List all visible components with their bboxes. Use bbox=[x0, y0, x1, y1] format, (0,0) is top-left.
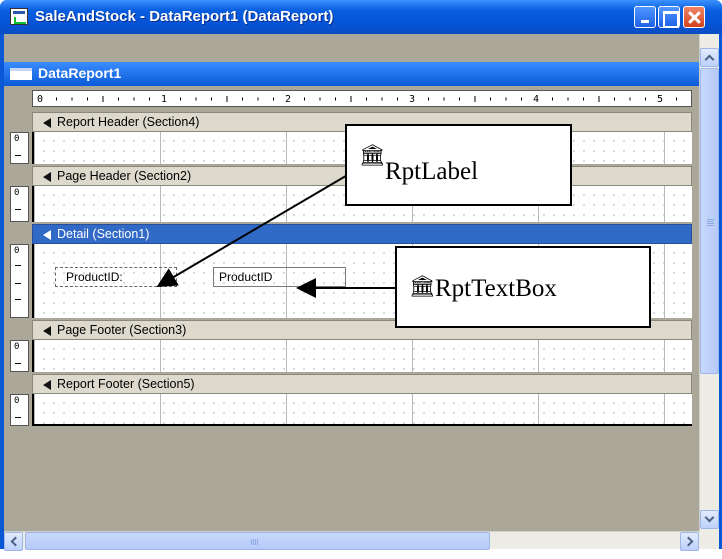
resize-grip[interactable] bbox=[700, 531, 719, 549]
rpt-textbox-productid[interactable]: ProductID bbox=[213, 267, 346, 287]
scroll-right-button[interactable] bbox=[680, 532, 699, 551]
rpttextbox-callout: 🏛 RptTextBox bbox=[395, 246, 651, 328]
vertical-ruler: 0 bbox=[10, 132, 29, 164]
section-label: Report Footer (Section5) bbox=[57, 377, 195, 391]
ruler-label-3: 3 bbox=[409, 94, 415, 105]
vruler-zero-label: 0 bbox=[14, 246, 20, 256]
minimize-button[interactable] bbox=[634, 6, 656, 28]
vruler-tick bbox=[15, 265, 21, 266]
ruler-ticks: 0 1 2 3 4 5 bbox=[37, 94, 677, 105]
title-bar[interactable]: SaleAndStock - DataReport1 (DataReport) bbox=[0, 0, 722, 34]
vruler-tick bbox=[15, 299, 21, 300]
section-label: Page Footer (Section3) bbox=[57, 323, 187, 337]
close-button[interactable] bbox=[683, 6, 705, 28]
section-bar-detail[interactable]: Detail (Section1) bbox=[32, 224, 692, 244]
document-title-bar[interactable]: DataReport1 bbox=[4, 62, 700, 86]
grip-icon bbox=[707, 219, 714, 220]
vruler-tick bbox=[15, 155, 21, 156]
ruler-label-1: 1 bbox=[161, 94, 167, 105]
scroll-left-button[interactable] bbox=[4, 532, 23, 551]
horizontal-scrollbar[interactable] bbox=[4, 531, 700, 551]
vruler-zero-label: 0 bbox=[14, 342, 20, 352]
rpttextbox-callout-text: RptTextBox bbox=[435, 275, 557, 302]
rpttextbox-toolbox-icon: 🏛 bbox=[409, 274, 436, 298]
maximize-button[interactable] bbox=[658, 6, 680, 28]
section-collapse-icon bbox=[43, 172, 51, 182]
ruler-label-5: 5 bbox=[657, 94, 663, 105]
rptlabel-callout: 🏛 RptLabel bbox=[345, 124, 572, 206]
section-label: Page Header (Section2) bbox=[57, 169, 192, 183]
chevron-left-icon bbox=[10, 536, 21, 547]
vruler-zero-label: 0 bbox=[14, 396, 20, 406]
window-title: SaleAndStock - DataReport1 (DataReport) bbox=[35, 8, 334, 25]
section-collapse-icon bbox=[43, 230, 51, 240]
section-label: Report Header (Section4) bbox=[57, 115, 200, 129]
rpt-label-productid[interactable]: ProductID: bbox=[55, 267, 177, 287]
vruler-tick bbox=[15, 209, 21, 210]
ruler-label-4: 4 bbox=[533, 94, 539, 105]
vruler-tick bbox=[15, 363, 21, 364]
vruler-tick bbox=[15, 283, 21, 284]
section-collapse-icon bbox=[43, 326, 51, 336]
vertical-ruler: 0 bbox=[10, 244, 29, 318]
chevron-up-icon bbox=[704, 54, 715, 65]
horizontal-scroll-thumb[interactable] bbox=[25, 532, 490, 550]
grip-icon bbox=[251, 539, 252, 545]
section-collapse-icon bbox=[43, 118, 51, 128]
document-title: DataReport1 bbox=[38, 65, 122, 81]
ruler-label-0: 0 bbox=[37, 94, 43, 105]
chevron-down-icon bbox=[704, 512, 715, 523]
vertical-scroll-thumb[interactable] bbox=[700, 68, 719, 374]
document-window-icon bbox=[10, 68, 32, 80]
section-label: Detail (Section1) bbox=[57, 227, 150, 241]
vruler-zero-label: 0 bbox=[14, 134, 20, 144]
rptlabel-callout-text: RptLabel bbox=[385, 158, 479, 185]
section-collapse-icon bbox=[43, 380, 51, 390]
ruler-label-2: 2 bbox=[285, 94, 291, 105]
scroll-up-button[interactable] bbox=[700, 48, 719, 67]
vertical-ruler: 0 bbox=[10, 186, 29, 222]
vertical-scrollbar[interactable] bbox=[699, 34, 719, 531]
section-bar-report-footer[interactable]: Report Footer (Section5) bbox=[32, 374, 692, 394]
chevron-right-icon bbox=[683, 536, 694, 547]
app-report-icon[interactable] bbox=[10, 8, 28, 25]
rptlabel-toolbox-icon: 🏛 bbox=[359, 143, 386, 167]
vruler-zero-label: 0 bbox=[14, 188, 20, 198]
vertical-ruler: 0 bbox=[10, 394, 29, 426]
vertical-ruler: 0 bbox=[10, 340, 29, 372]
section-body-report-footer[interactable] bbox=[32, 394, 692, 426]
horizontal-ruler: 0 1 2 3 4 5 bbox=[32, 90, 692, 107]
section-body-page-footer[interactable] bbox=[32, 340, 692, 372]
vruler-tick bbox=[15, 417, 21, 418]
scroll-down-button[interactable] bbox=[700, 510, 719, 529]
